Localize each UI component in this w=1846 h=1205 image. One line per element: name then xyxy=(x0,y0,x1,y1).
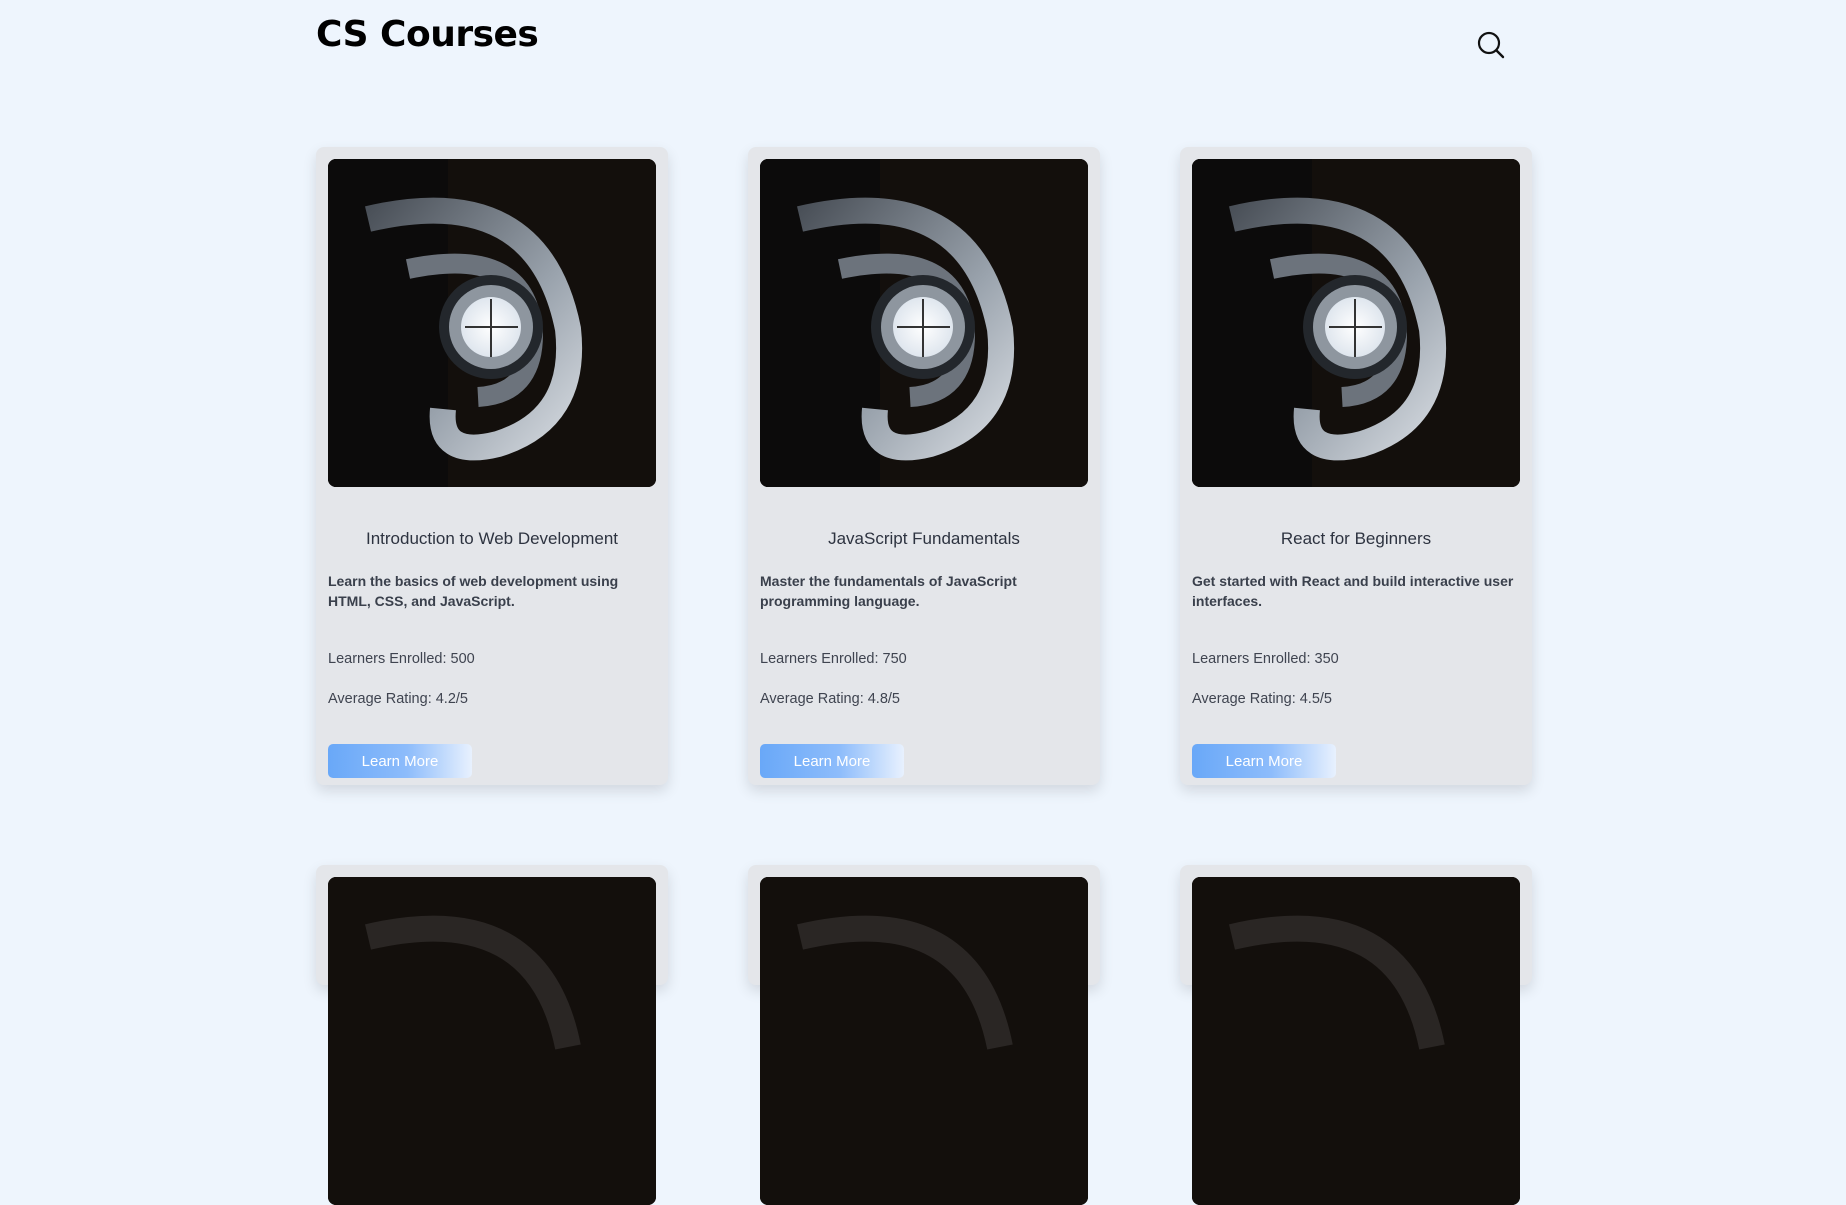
learners-enrolled: Learners Enrolled: 500 xyxy=(328,651,475,667)
learners-enrolled: Learners Enrolled: 750 xyxy=(760,651,907,667)
course-card xyxy=(316,865,668,1205)
course-image xyxy=(1192,877,1520,1205)
learn-more-button[interactable]: Learn More xyxy=(328,744,472,778)
page-header: CS Courses xyxy=(316,0,1528,80)
course-image xyxy=(328,877,656,1205)
average-rating: Average Rating: 4.5/5 xyxy=(1192,691,1332,707)
course-title: Introduction to Web Development xyxy=(366,529,618,548)
course-title: JavaScript Fundamentals xyxy=(828,529,1020,548)
course-image xyxy=(1192,159,1520,487)
average-rating: Average Rating: 4.2/5 xyxy=(328,691,468,707)
spiral-staircase-image xyxy=(760,877,1088,1205)
search-button[interactable] xyxy=(1476,30,1506,60)
search-icon xyxy=(1477,31,1505,59)
average-rating: Average Rating: 4.8/5 xyxy=(760,691,900,707)
learn-more-button[interactable]: Learn More xyxy=(760,744,904,778)
course-card xyxy=(748,865,1100,1205)
course-image xyxy=(760,877,1088,1205)
course-description: Get started with React and build interac… xyxy=(1192,573,1514,609)
spiral-staircase-image xyxy=(1192,159,1520,487)
spiral-staircase-image xyxy=(328,159,656,487)
learners-enrolled: Learners Enrolled: 350 xyxy=(1192,651,1339,667)
course-image xyxy=(760,159,1088,487)
course-card: JavaScript Fundamentals Master the funda… xyxy=(748,147,1100,785)
spiral-staircase-image xyxy=(760,159,1088,487)
course-description: Learn the basics of web development usin… xyxy=(328,573,619,609)
course-card: Introduction to Web Development Learn th… xyxy=(316,147,668,785)
spiral-staircase-image xyxy=(328,877,656,1205)
course-card: React for Beginners Get started with Rea… xyxy=(1180,147,1532,785)
learn-more-button[interactable]: Learn More xyxy=(1192,744,1336,778)
course-description: Master the fundamentals of JavaScript pr… xyxy=(760,573,1017,609)
course-image xyxy=(328,159,656,487)
page-title: CS Courses xyxy=(316,14,539,55)
course-card xyxy=(1180,865,1532,1205)
course-title: React for Beginners xyxy=(1280,529,1432,548)
spiral-staircase-image xyxy=(1192,877,1520,1205)
